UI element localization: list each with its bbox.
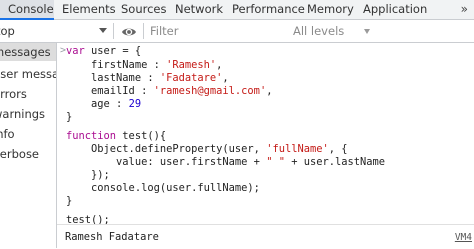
code-line: console.log(user.fullName); [66, 182, 260, 194]
output-text: Ramesh Fadatare [65, 231, 159, 243]
tab-sources[interactable]: Sources [121, 0, 167, 19]
caret-down-icon [99, 28, 107, 33]
code-line: function test(){ [66, 130, 167, 142]
code-line: value: user.firstName + " " + user.lastN… [66, 156, 386, 168]
devtools-tab-bar: Console Elements Sources Network Perform… [0, 0, 474, 20]
code-line: firstName : 'Ramesh', [66, 59, 223, 71]
sidebar-item-label: errors [0, 87, 27, 101]
sidebar-item-info[interactable]: info [0, 125, 56, 143]
console-sidebar: messages user messages errors warnings i… [0, 43, 57, 248]
sidebar-item-user-messages[interactable]: user messages [0, 65, 56, 83]
tab-label: Network [175, 2, 224, 16]
code-line: var user = { [66, 45, 142, 57]
tab-label: Application [363, 2, 428, 16]
tab-memory[interactable]: Memory [307, 0, 354, 19]
code-line: } [66, 111, 73, 123]
tab-elements[interactable]: Elements [62, 0, 116, 19]
eye-icon [122, 28, 136, 36]
execution-context-label: top [0, 24, 15, 38]
tab-label: Performance [232, 2, 305, 16]
code-line: age : 29 [66, 98, 142, 110]
sidebar-item-label: warnings [0, 107, 46, 121]
console-toolbar: top All levels [0, 20, 474, 43]
caret-down-icon [364, 29, 370, 34]
toolbar-divider [143, 23, 144, 39]
tab-label: Sources [121, 2, 167, 16]
execution-context-selector[interactable]: top [0, 20, 110, 42]
sidebar-item-label: info [0, 127, 15, 141]
sidebar-item-label: messages [0, 45, 51, 59]
filter-input[interactable] [148, 22, 278, 39]
tab-application[interactable]: Application [363, 0, 427, 19]
code-line: }); [66, 169, 110, 181]
sidebar-item-verbose[interactable]: verbose [0, 145, 56, 163]
live-expression-button[interactable] [121, 24, 137, 38]
tab-console[interactable]: Console [0, 0, 54, 20]
sidebar-item-label: user messages [0, 67, 56, 81]
code-line: emailId : 'ramesh@gmail.com', [66, 85, 273, 97]
sidebar-item-warnings[interactable]: warnings [0, 105, 56, 123]
toolbar-divider [113, 23, 114, 39]
tab-label: Elements [62, 2, 116, 16]
tab-network[interactable]: Network [175, 0, 223, 19]
console-output-message: Ramesh Fadatare VM4 [57, 224, 474, 249]
tab-performance[interactable]: Performance [232, 0, 305, 19]
sidebar-item-messages[interactable]: messages [0, 43, 56, 61]
code-line: Object.defineProperty(user, 'fullName', … [66, 143, 348, 155]
log-levels-dropdown[interactable]: All levels [293, 24, 344, 38]
source-link[interactable]: VM4 [455, 232, 472, 243]
code-line: lastName : 'Fadatare', [66, 72, 229, 84]
code-line: } [66, 195, 73, 207]
tab-label: Console [8, 2, 54, 16]
console-panel: > var user = { firstName : 'Ramesh', las… [57, 43, 474, 249]
sidebar-item-label: verbose [0, 147, 40, 161]
more-tabs-button[interactable]: » [461, 0, 468, 19]
sidebar-item-errors[interactable]: errors [0, 85, 56, 103]
tab-label: Memory [307, 2, 354, 16]
